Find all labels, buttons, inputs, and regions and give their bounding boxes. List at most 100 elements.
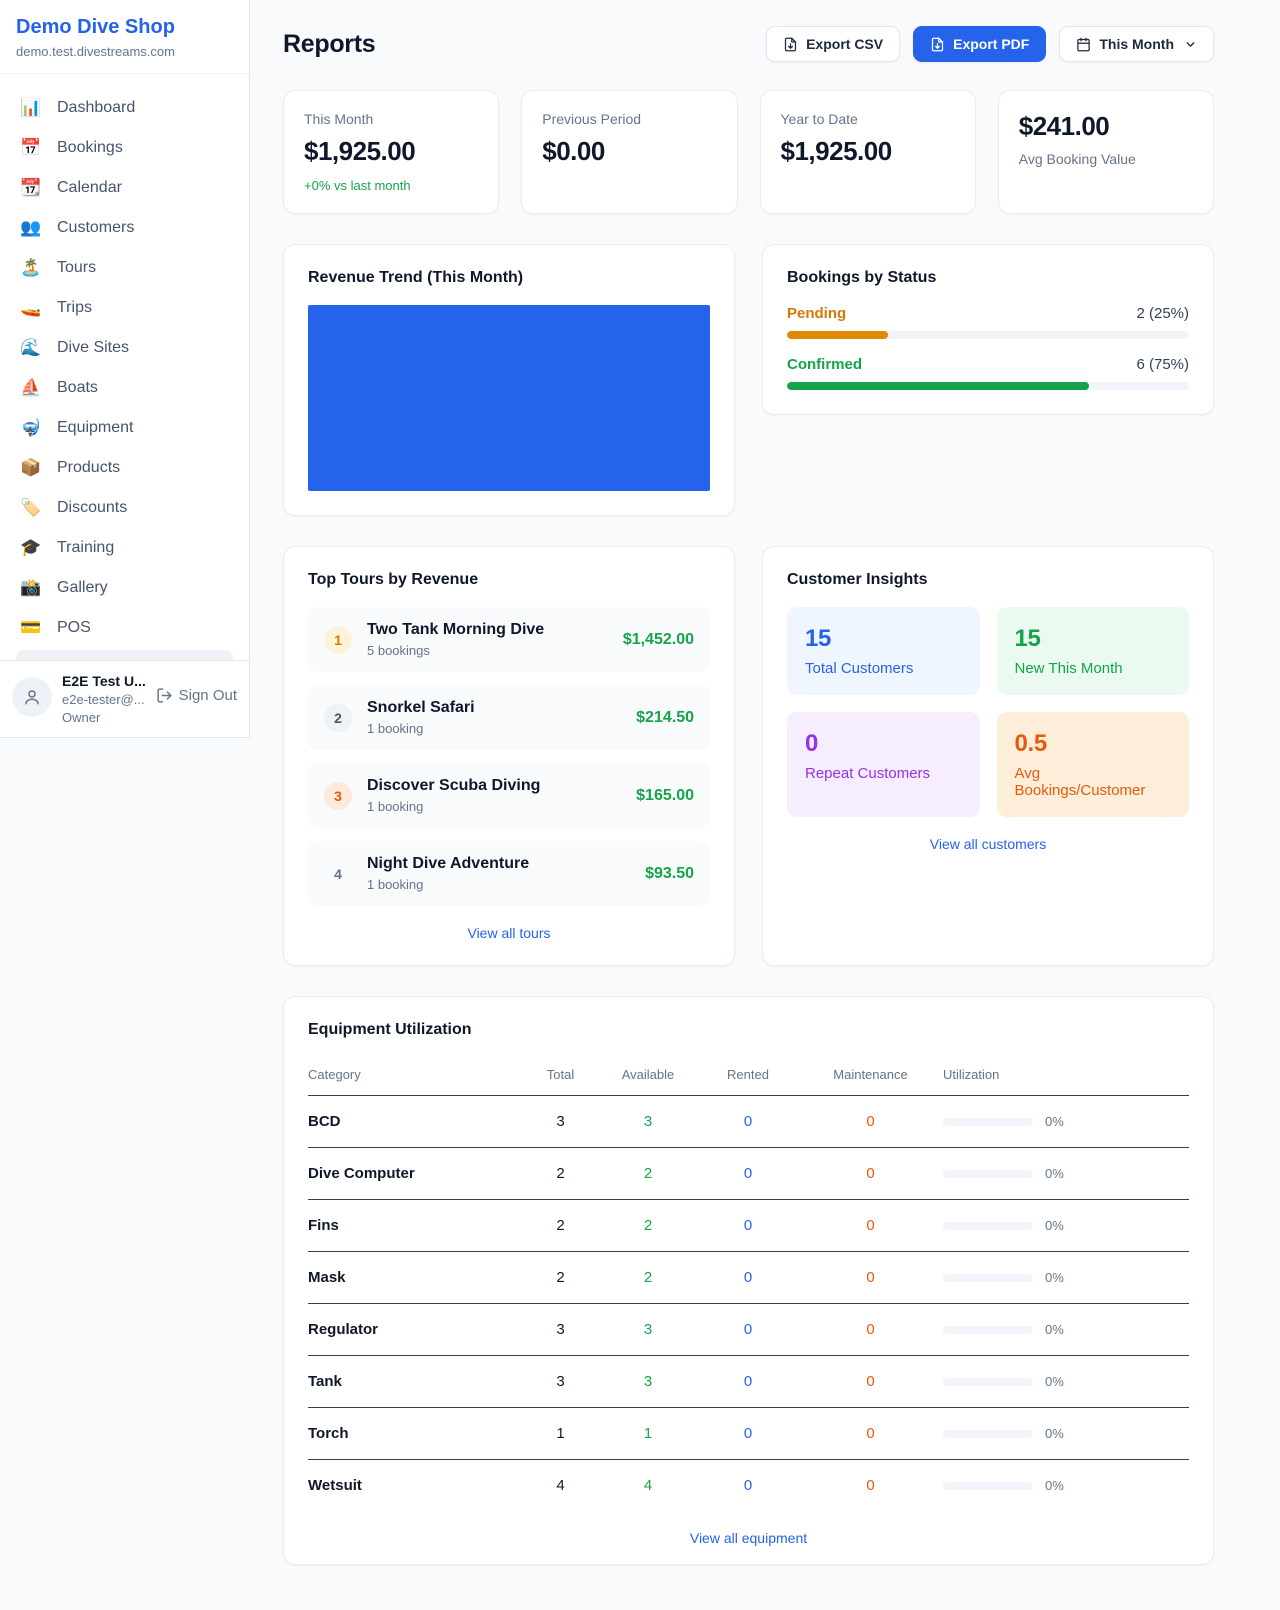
progress-fill	[787, 382, 1089, 390]
user-role: Owner	[62, 710, 146, 725]
cell-maintenance: 0	[798, 1252, 943, 1304]
file-download-icon	[783, 37, 798, 52]
cell-total: 3	[523, 1356, 598, 1408]
tour-name: Snorkel Safari	[367, 699, 475, 717]
cell-rented: 0	[698, 1408, 798, 1460]
utilization-percent: 0%	[1045, 1478, 1064, 1493]
sidebar-item-customers[interactable]: 👥 Customers	[8, 208, 241, 248]
column-header: Total	[523, 1057, 598, 1096]
period-dropdown[interactable]: This Month	[1059, 26, 1214, 62]
tour-amount: $1,452.00	[611, 631, 694, 649]
table-row: Dive Computer 2 2 0 0 0%	[308, 1148, 1189, 1200]
brand-name[interactable]: Demo Dive Shop	[16, 16, 233, 39]
sidebar-item-dashboard[interactable]: 📊 Dashboard	[8, 88, 241, 128]
bookings-by-status-title: Bookings by Status	[787, 269, 1189, 287]
revenue-trend-chart	[308, 305, 710, 491]
cell-maintenance: 0	[798, 1096, 943, 1148]
person-icon	[23, 688, 41, 706]
customer-insights-title: Customer Insights	[787, 571, 1189, 589]
sidebar-item-boats[interactable]: ⛵ Boats	[8, 368, 241, 408]
tour-bookings: 5 bookings	[367, 643, 544, 658]
sign-out-icon	[156, 687, 173, 704]
tour-amount: $93.50	[633, 865, 694, 883]
avatar	[12, 677, 52, 717]
utilization-percent: 0%	[1045, 1426, 1064, 1441]
tour-row[interactable]: 3 Discover Scuba Diving 1 booking $165.0…	[308, 763, 710, 828]
stats-row: This Month $1,925.00 +0% vs last month P…	[283, 90, 1214, 214]
sidebar-item-tours[interactable]: 🏝️ Tours	[8, 248, 241, 288]
cell-category: Fins	[308, 1200, 523, 1252]
view-all-equipment-link[interactable]: View all equipment	[308, 1530, 1189, 1546]
cell-maintenance: 0	[798, 1200, 943, 1252]
status-row-confirmed: Confirmed 6 (75%)	[787, 356, 1189, 390]
stat-card-previous-period: Previous Period $0.00	[521, 90, 737, 214]
cell-rented: 0	[698, 1460, 798, 1512]
status-value: 2 (25%)	[1136, 305, 1189, 322]
chevron-down-icon	[1184, 38, 1197, 51]
progress-fill	[787, 331, 888, 339]
utilization-bar	[943, 1482, 1033, 1490]
user-name: E2E Test U...	[62, 673, 146, 689]
cell-total: 2	[523, 1148, 598, 1200]
brand-domain: demo.test.divestreams.com	[16, 44, 233, 59]
tile-label: Avg Bookings/Customer	[1015, 765, 1172, 799]
sidebar-item-bookings[interactable]: 📅 Bookings	[8, 128, 241, 168]
header-actions: Export CSV Export PDF This Month	[766, 26, 1214, 62]
sidebar-item-trips[interactable]: 🚤 Trips	[8, 288, 241, 328]
stat-card-year-to-date: Year to Date $1,925.00	[760, 90, 976, 214]
cell-category: Wetsuit	[308, 1460, 523, 1512]
cell-rented: 0	[698, 1304, 798, 1356]
stat-label: Avg Booking Value	[1019, 151, 1193, 167]
sidebar-item-reports-active-partial[interactable]	[16, 650, 233, 660]
status-row-pending: Pending 2 (25%)	[787, 305, 1189, 339]
sidebar-item-label: Calendar	[57, 179, 122, 197]
user-email: e2e-tester@...	[62, 692, 146, 707]
sidebar-item-label: Boats	[57, 379, 98, 397]
top-tours-title: Top Tours by Revenue	[308, 571, 710, 589]
tour-amount: $214.50	[624, 709, 694, 727]
utilization-bar	[943, 1170, 1033, 1178]
tear-off-calendar-icon: 📆	[20, 178, 42, 198]
export-csv-button[interactable]: Export CSV	[766, 26, 900, 62]
cell-category: Dive Computer	[308, 1148, 523, 1200]
tour-row[interactable]: 2 Snorkel Safari 1 booking $214.50	[308, 685, 710, 750]
tour-row[interactable]: 4 Night Dive Adventure 1 booking $93.50	[308, 841, 710, 906]
sidebar-item-calendar[interactable]: 📆 Calendar	[8, 168, 241, 208]
cell-rented: 0	[698, 1200, 798, 1252]
sidebar-item-gallery[interactable]: 📸 Gallery	[8, 568, 241, 608]
sidebar-item-pos[interactable]: 💳 POS	[8, 608, 241, 648]
period-label: This Month	[1099, 36, 1174, 52]
sidebar-item-equipment[interactable]: 🤿 Equipment	[8, 408, 241, 448]
calendar-icon	[1076, 37, 1091, 52]
utilization-bar	[943, 1274, 1033, 1282]
export-pdf-label: Export PDF	[953, 36, 1029, 52]
tile-label: Repeat Customers	[805, 765, 962, 782]
utilization-bar	[943, 1378, 1033, 1386]
column-header: Maintenance	[798, 1057, 943, 1096]
view-all-customers-link[interactable]: View all customers	[787, 836, 1189, 852]
calendar-date-icon: 📅	[20, 138, 42, 158]
utilization-percent: 0%	[1045, 1114, 1064, 1129]
sidebar-nav: 📊 Dashboard 📅 Bookings 📆 Calendar 👥 Cust…	[0, 74, 249, 660]
speedboat-icon: 🚤	[20, 298, 42, 318]
sign-out-button[interactable]: Sign Out	[156, 673, 237, 704]
sidebar-item-training[interactable]: 🎓 Training	[8, 528, 241, 568]
sidebar-item-label: Trips	[57, 299, 92, 317]
sidebar-item-discounts[interactable]: 🏷️ Discounts	[8, 488, 241, 528]
tile-value: 15	[805, 625, 962, 653]
export-pdf-button[interactable]: Export PDF	[913, 26, 1046, 62]
table-row: Torch 1 1 0 0 0%	[308, 1408, 1189, 1460]
tour-row[interactable]: 1 Two Tank Morning Dive 5 bookings $1,45…	[308, 607, 710, 672]
stat-card-avg-booking-value: $241.00 Avg Booking Value	[998, 90, 1214, 214]
sidebar-item-label: Training	[57, 539, 114, 557]
sidebar-item-dive-sites[interactable]: 🌊 Dive Sites	[8, 328, 241, 368]
cell-total: 3	[523, 1304, 598, 1356]
sidebar-item-products[interactable]: 📦 Products	[8, 448, 241, 488]
view-all-tours-link[interactable]: View all tours	[308, 925, 710, 941]
column-header: Rented	[698, 1057, 798, 1096]
tour-name: Discover Scuba Diving	[367, 777, 540, 795]
column-header: Category	[308, 1057, 523, 1096]
page: Demo Dive Shop demo.test.divestreams.com…	[0, 0, 1280, 1605]
camera-icon: 📸	[20, 578, 42, 598]
utilization-percent: 0%	[1045, 1270, 1064, 1285]
